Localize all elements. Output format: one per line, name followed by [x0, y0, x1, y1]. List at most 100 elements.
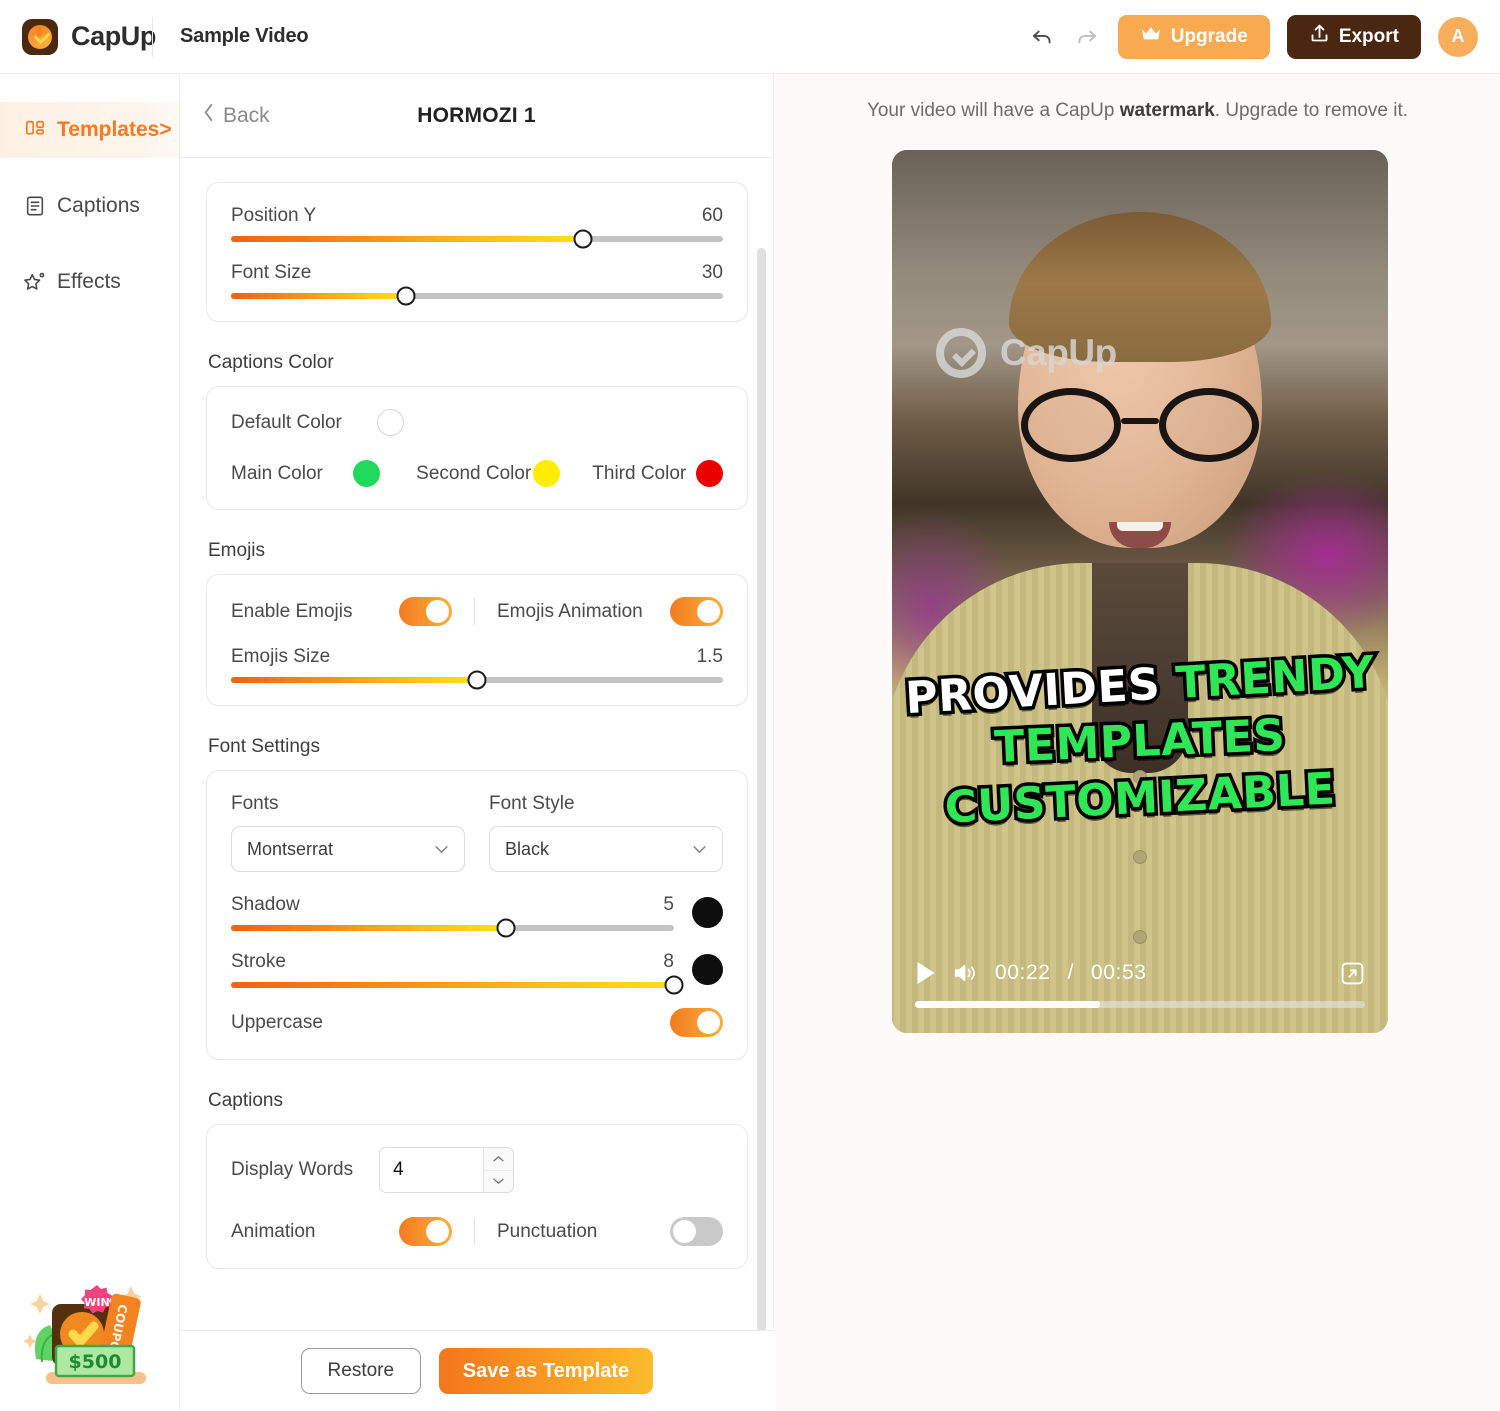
restore-button[interactable]: Restore — [300, 1348, 421, 1394]
shirt-button — [1133, 930, 1147, 944]
panel-scrollbar[interactable] — [757, 248, 766, 1403]
font-family-value: Montserrat — [247, 838, 334, 859]
avatar[interactable]: A — [1438, 16, 1478, 57]
uppercase-row: Uppercase — [231, 1008, 723, 1037]
font-size-slider[interactable] — [231, 286, 723, 306]
watermark-notice: Your video will have a CapUp watermark. … — [775, 74, 1500, 122]
panel-scroll-area: Position Y 60 Font Size 30 Captions Colo… — [180, 158, 774, 1330]
font-style-value: Black — [505, 838, 550, 859]
main-color-swatch[interactable] — [353, 460, 381, 487]
svg-text:$500: $500 — [69, 1351, 122, 1373]
third-color-swatch[interactable] — [696, 460, 723, 487]
uppercase-toggle[interactable] — [670, 1008, 723, 1037]
captions-icon — [24, 195, 46, 217]
emojis-size-label: Emojis Size — [231, 646, 331, 667]
top-bar-actions: Upgrade Export A — [1028, 14, 1500, 59]
svg-text:WIN: WIN — [84, 1296, 109, 1309]
emojis-card: Enable Emojis Emojis Animation Emojis Si… — [206, 574, 748, 706]
slider-fill — [231, 293, 406, 299]
punctuation-toggle[interactable] — [670, 1217, 723, 1246]
fullscreen-icon[interactable] — [1340, 961, 1365, 986]
sidebar-item-effects[interactable]: Effects — [0, 254, 179, 310]
emojis-animation-toggle[interactable] — [670, 597, 723, 626]
shadow-slider[interactable] — [231, 918, 674, 938]
slider-knob[interactable] — [396, 286, 416, 306]
captions-color-card: Default Color Main Color Second Color Th… — [206, 386, 748, 510]
slider-knob[interactable] — [573, 229, 593, 249]
font-family-select[interactable]: Montserrat — [231, 826, 465, 872]
stroke-value: 8 — [663, 951, 674, 972]
slider-knob[interactable] — [496, 918, 516, 938]
current-time: 00:22 — [995, 961, 1051, 984]
display-words-stepper[interactable]: 4 — [379, 1147, 514, 1193]
stepper-down-icon[interactable] — [484, 1170, 513, 1192]
captions-animation-toggle[interactable] — [399, 1217, 452, 1246]
export-button[interactable]: Export — [1286, 14, 1421, 59]
stroke-slider[interactable] — [231, 975, 684, 995]
sidebar-item-templates[interactable]: Templates> — [0, 102, 179, 158]
crown-icon — [1140, 25, 1162, 49]
back-button[interactable]: Back — [180, 103, 270, 128]
stroke-label: Stroke — [231, 951, 286, 972]
slider-fill — [231, 236, 583, 242]
shadow-row: Shadow 5 — [231, 894, 723, 938]
default-color-label: Default Color — [231, 411, 342, 433]
stroke-row: Stroke 8 — [231, 951, 723, 995]
upgrade-button[interactable]: Upgrade — [1117, 14, 1270, 59]
sidebar-item-captions[interactable]: Captions — [0, 178, 179, 234]
second-color-swatch[interactable] — [533, 460, 561, 487]
stroke-color-swatch[interactable] — [692, 954, 723, 985]
panel-footer: Restore Save as Template — [180, 1330, 774, 1411]
font-style-label: Font Style — [489, 793, 575, 814]
font-selects: Fonts Montserrat Font Style Black — [231, 793, 723, 872]
captions-section-label: Captions — [208, 1090, 283, 1111]
back-label: Back — [223, 103, 270, 127]
position-y-slider[interactable] — [231, 229, 723, 249]
font-style-select[interactable]: Black — [489, 826, 723, 872]
sidebar: Templates> Captions Effects COUPON $500 … — [0, 74, 180, 1411]
position-card: Position Y 60 Font Size 30 — [206, 182, 748, 322]
emojis-size-value: 1.5 — [696, 646, 723, 667]
display-words-input[interactable]: 4 — [380, 1148, 483, 1192]
emojis-animation-label: Emojis Animation — [497, 600, 643, 622]
font-settings-card: Fonts Montserrat Font Style Black Shadow… — [206, 770, 748, 1060]
toggle-divider — [474, 1218, 475, 1245]
panel-header: Back HORMOZI 1 — [180, 74, 773, 158]
second-color-label: Second Color — [416, 462, 532, 484]
emojis-section-label: Emojis — [208, 540, 266, 561]
export-label: Export — [1338, 25, 1399, 47]
stepper-up-icon[interactable] — [484, 1148, 513, 1171]
enable-emojis-toggle[interactable] — [399, 597, 452, 626]
undo-icon[interactable] — [1028, 23, 1056, 51]
toggle-divider — [474, 598, 475, 625]
uppercase-label: Uppercase — [231, 1011, 323, 1033]
punctuation-label: Punctuation — [497, 1220, 598, 1242]
promo-coupon-widget[interactable]: COUPON $500 WIN — [18, 1264, 168, 1389]
capup-logo-icon — [22, 18, 58, 55]
emojis-size-row: Emojis Size 1.5 — [231, 646, 723, 690]
captions-color-section-label: Captions Color — [208, 352, 334, 373]
save-as-template-button[interactable]: Save as Template — [438, 1348, 654, 1394]
sidebar-item-label: Templates> — [57, 118, 172, 141]
video-progress-bar[interactable] — [915, 1001, 1365, 1008]
project-title: Sample Video — [180, 25, 309, 47]
top-bar: CapUp Sample Video Upgrade Export A — [0, 0, 1500, 74]
shadow-color-swatch[interactable] — [692, 897, 723, 928]
video-preview[interactable]: CapUp PROVIDES TRENDY TEMPLATES CUSTOMIZ… — [892, 150, 1388, 1033]
sidebar-item-label: Effects — [57, 270, 121, 293]
display-words-row: Display Words 4 — [231, 1147, 723, 1193]
redo-icon[interactable] — [1073, 23, 1101, 51]
default-color-row: Default Color — [231, 409, 723, 436]
slider-knob[interactable] — [467, 670, 487, 690]
slider-fill — [231, 982, 674, 988]
capup-watermark-icon — [936, 328, 986, 378]
volume-icon[interactable] — [953, 962, 978, 984]
upgrade-label: Upgrade — [1170, 25, 1248, 47]
brand-logo[interactable]: CapUp — [0, 18, 156, 55]
slider-fill — [231, 677, 477, 683]
emojis-size-slider[interactable] — [231, 670, 723, 690]
fonts-label: Fonts — [231, 793, 279, 814]
slider-knob[interactable] — [664, 975, 684, 995]
default-color-swatch[interactable] — [377, 409, 404, 436]
play-icon[interactable] — [915, 961, 936, 985]
